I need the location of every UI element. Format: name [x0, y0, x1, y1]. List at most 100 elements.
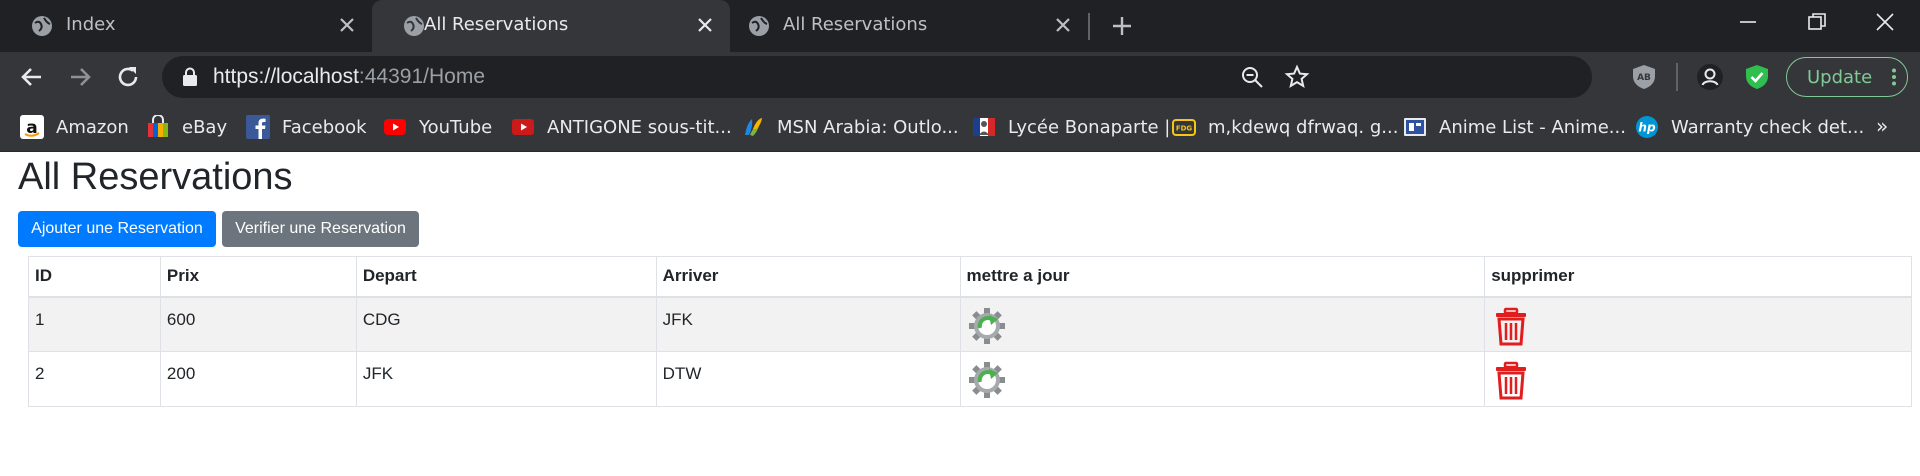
bookmark-youtube[interactable]: YouTube: [383, 114, 492, 140]
back-icon[interactable]: [18, 63, 46, 91]
bookmark-fdg[interactable]: FDG m,kdewq dfrwaq. g...: [1172, 114, 1398, 140]
forward-icon[interactable]: [66, 63, 94, 91]
reservations-table: ID Prix Depart Arriver mettre a jour sup…: [28, 256, 1912, 407]
bookmark-label: eBay: [182, 116, 228, 138]
table-row: 1 600 CDG JFK: [28, 296, 1912, 352]
tab-divider: [1088, 13, 1090, 40]
header-prix: Prix: [159, 256, 357, 298]
youtube-icon: [384, 119, 406, 135]
msn-icon: [745, 118, 762, 136]
close-tab-icon[interactable]: [694, 14, 716, 36]
bookmark-label: ANTIGONE sous-tit...: [547, 116, 732, 138]
globe-icon: [404, 16, 424, 36]
bookmark-label: YouTube: [419, 116, 493, 138]
fdg-icon: FDG: [1172, 119, 1196, 136]
facebook-icon: [246, 115, 270, 139]
lock-icon[interactable]: [182, 67, 198, 87]
header-depart: Depart: [355, 256, 657, 298]
delete-trash-icon[interactable]: [1491, 306, 1531, 346]
url-scheme: https://: [213, 65, 277, 88]
toolbar-divider: [1676, 63, 1678, 91]
close-tab-icon[interactable]: [336, 14, 358, 36]
verify-reservation-button[interactable]: Verifier une Reservation: [222, 211, 419, 247]
bookmarks-overflow-button[interactable]: »: [1876, 114, 1888, 138]
reload-icon[interactable]: [114, 63, 142, 91]
delete-trash-icon[interactable]: [1491, 360, 1531, 400]
svg-text:AB: AB: [1637, 73, 1651, 83]
header-delete: supprimer: [1484, 256, 1912, 298]
close-window-icon[interactable]: [1873, 10, 1897, 34]
cell-update: [959, 351, 1486, 407]
new-tab-icon[interactable]: [1110, 14, 1134, 38]
bookmark-label: m,kdewq dfrwaq. g...: [1208, 116, 1399, 138]
lycee-icon: [973, 118, 995, 136]
cell-delete: [1484, 351, 1912, 407]
hp-icon: hp: [1636, 116, 1658, 138]
svg-text:FDG: FDG: [1176, 125, 1193, 133]
update-gear-icon[interactable]: [967, 360, 1007, 400]
add-reservation-button[interactable]: Ajouter une Reservation: [18, 211, 216, 247]
bookmark-label: Amazon: [56, 116, 129, 138]
address-bar[interactable]: https://localhost:44391/Home: [162, 56, 1592, 98]
more-menu-icon[interactable]: [1891, 68, 1897, 86]
security-shield-icon[interactable]: [1743, 63, 1771, 91]
bookmark-star-icon[interactable]: [1284, 64, 1310, 90]
bookmark-anime-list[interactable]: Anime List - Anime...: [1403, 114, 1626, 140]
bookmark-label: Facebook: [282, 116, 367, 138]
update-gear-icon[interactable]: [967, 306, 1007, 346]
minimize-icon[interactable]: [1736, 10, 1760, 34]
bookmark-msn[interactable]: MSN Arabia: Outlo...: [741, 114, 959, 140]
bookmark-facebook[interactable]: Facebook: [246, 114, 367, 140]
bookmarks-bar: a Amazon eBay Facebook YouTube ANTIGONE …: [0, 102, 1920, 152]
tab-title: Index: [66, 14, 116, 35]
bookmark-label: MSN Arabia: Outlo...: [777, 116, 959, 138]
cell-depart: CDG: [355, 296, 657, 352]
bookmark-label: Lycée Bonaparte |: [1008, 116, 1171, 138]
tab-index[interactable]: Index: [0, 0, 372, 52]
cell-id: 2: [28, 351, 161, 407]
globe-icon: [749, 16, 769, 36]
page-title: All Reservations: [18, 156, 293, 198]
cell-arriver: JFK: [655, 296, 961, 352]
adblock-extension-icon[interactable]: AB: [1630, 63, 1658, 91]
bookmark-amazon[interactable]: a Amazon: [20, 114, 129, 140]
browser-toolbar: https://localhost:44391/Home AB Update: [0, 52, 1920, 102]
cell-prix: 200: [159, 351, 357, 407]
header-arriver: Arriver: [655, 256, 961, 298]
bookmark-antigone[interactable]: ANTIGONE sous-tit...: [511, 114, 732, 140]
update-button[interactable]: Update: [1786, 57, 1908, 97]
globe-icon: [32, 16, 52, 36]
ebay-icon: [148, 115, 168, 137]
table-row: 2 200 JFK DTW: [28, 351, 1912, 407]
amazon-icon: a: [20, 115, 44, 139]
page-content: All Reservations Ajouter une Reservation…: [0, 152, 1920, 476]
cell-depart: JFK: [355, 351, 657, 407]
header-id: ID: [28, 256, 161, 298]
url-text[interactable]: https://localhost:44391/Home: [213, 65, 485, 89]
restore-icon[interactable]: [1805, 10, 1829, 34]
url-path: :44391/Home: [358, 65, 486, 88]
table-header-row: ID Prix Depart Arriver mettre a jour sup…: [28, 256, 1912, 298]
cell-arriver: DTW: [655, 351, 961, 407]
bookmark-hp-warranty[interactable]: hp Warranty check det...: [1635, 114, 1864, 140]
tab-strip: Index All Reservations All Reservations: [0, 0, 1920, 52]
bookmark-label: Warranty check det...: [1671, 116, 1865, 138]
zoom-out-icon[interactable]: [1240, 65, 1264, 89]
bookmark-ebay[interactable]: eBay: [146, 114, 227, 140]
svg-text:hp: hp: [1638, 121, 1656, 135]
close-tab-icon[interactable]: [1052, 14, 1074, 36]
bookmark-label: Anime List - Anime...: [1439, 116, 1626, 138]
tab-title: All Reservations: [424, 14, 569, 35]
tab-all-reservations[interactable]: All Reservations: [730, 0, 1088, 52]
update-label: Update: [1807, 66, 1873, 88]
tab-all-reservations-active[interactable]: All Reservations: [372, 0, 730, 52]
cell-update: [959, 296, 1486, 352]
header-update: mettre a jour: [959, 256, 1486, 298]
bookmark-lycee[interactable]: Lycée Bonaparte |: [972, 114, 1170, 140]
cell-prix: 600: [159, 296, 357, 352]
url-host: localhost: [276, 65, 359, 88]
cell-delete: [1484, 296, 1912, 352]
tab-title: All Reservations: [783, 14, 928, 35]
youtube-icon: [512, 119, 534, 135]
profile-avatar-icon[interactable]: [1696, 63, 1724, 91]
